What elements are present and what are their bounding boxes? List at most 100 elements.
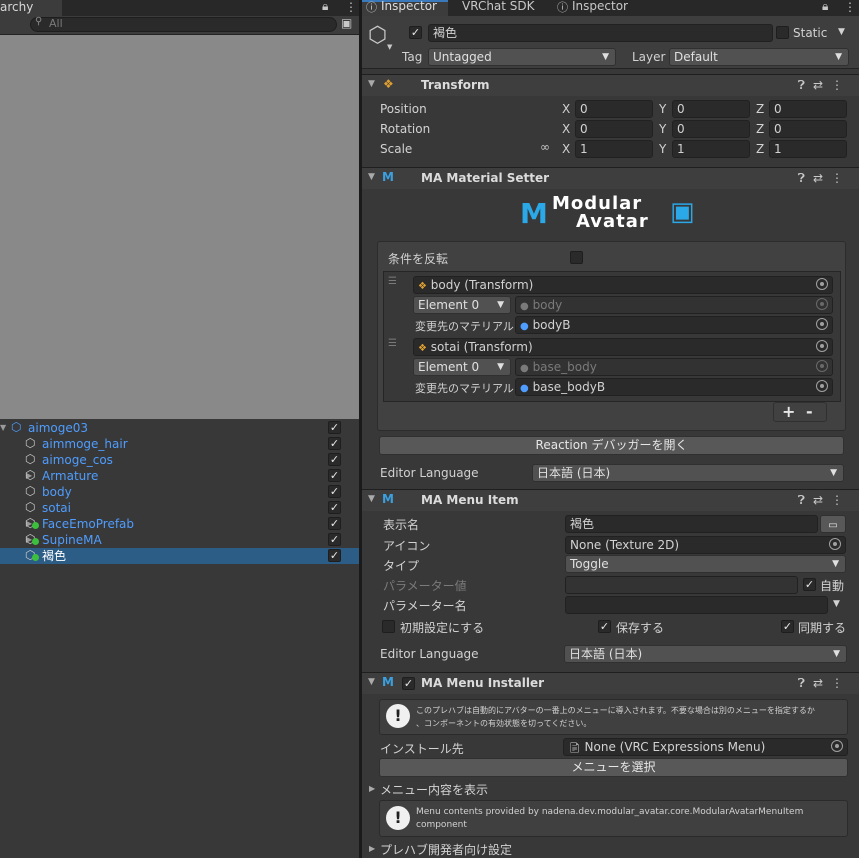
tab-inspector-2[interactable]: ⓘ Inspector	[548, 0, 648, 16]
position-x-field[interactable]: 0	[575, 100, 653, 118]
initial-setting-checkbox[interactable]	[382, 620, 395, 633]
position-z-field[interactable]: 0	[769, 100, 847, 118]
material-setter-header[interactable]: ▼ M MA Material Setter ❓︎⇄⋮	[362, 167, 859, 189]
show-menu-contents-foldout[interactable]: メニュー内容を表示	[380, 781, 488, 798]
position-y-axis-label[interactable]: Y	[659, 102, 666, 116]
object-name-field[interactable]: 褐色	[428, 24, 773, 42]
parameter-name-dropdown-icon[interactable]: ▼	[833, 599, 840, 609]
scale-z-field[interactable]: 1	[769, 140, 847, 158]
object-picker-icon[interactable]	[831, 740, 843, 752]
tab-vrchat-sdk[interactable]: VRChat SDK	[450, 0, 544, 16]
source-material-field[interactable]: ● body	[515, 296, 833, 314]
active-toggle-checkbox[interactable]: ✓	[328, 437, 341, 450]
active-toggle-checkbox[interactable]: ✓	[328, 533, 341, 546]
object-picker-icon[interactable]	[816, 360, 828, 372]
hierarchy-row[interactable]: ⬡ 褐色 ✓	[0, 548, 359, 564]
hierarchy-row[interactable]: ▼ ⬡ aimoge03 ✓	[0, 420, 359, 436]
scale-x-field[interactable]: 1	[575, 140, 653, 158]
foldout-arrow-icon[interactable]: ▶	[369, 844, 375, 853]
active-toggle-checkbox[interactable]: ✓	[328, 453, 341, 466]
parameter-value-field[interactable]	[565, 576, 798, 594]
active-toggle-checkbox[interactable]: ✓	[328, 421, 341, 434]
menu-item-header[interactable]: ▼ M MA Menu Item ❓︎⇄⋮	[362, 489, 859, 511]
foldout-arrow-icon[interactable]: ▼	[368, 677, 375, 687]
static-checkbox[interactable]	[776, 26, 789, 39]
target-object-field[interactable]: ❖ body (Transform)	[413, 276, 833, 294]
tag-dropdown[interactable]: Untagged ▼	[428, 48, 616, 66]
foldout-arrow-icon[interactable]: ▶	[369, 784, 375, 793]
object-picker-icon[interactable]	[816, 318, 828, 330]
active-toggle-checkbox[interactable]: ✓	[328, 549, 341, 562]
editor-language-dropdown[interactable]: 日本語 (日本) ▼	[532, 464, 844, 482]
dest-material-field[interactable]: ● bodyB	[515, 316, 833, 334]
scale-x-axis-label[interactable]: X	[562, 142, 570, 156]
foldout-arrow-icon[interactable]: ▼	[368, 172, 375, 182]
sync-checkbox[interactable]: ✓	[781, 620, 794, 633]
menu-installer-header[interactable]: ▼ M ✓ MA Menu Installer ❓︎⇄⋮	[362, 672, 859, 694]
scene-visibility-icon[interactable]: ▣	[341, 16, 352, 30]
install-target-field[interactable]: 📄︎ None (VRC Expressions Menu)	[563, 738, 848, 756]
display-name-field[interactable]: 褐色	[565, 515, 818, 533]
rotation-y-field[interactable]: 0	[672, 120, 750, 138]
component-header-icons[interactable]: ❓︎⇄⋮	[798, 676, 851, 691]
lock-icon[interactable]: 🔒︎	[822, 0, 828, 14]
object-picker-icon[interactable]	[816, 380, 828, 392]
foldout-arrow-icon[interactable]: ▼	[368, 494, 375, 504]
hierarchy-row[interactable]: ▶ ⬡ FaceEmoPrefab ✓	[0, 516, 359, 532]
layer-dropdown[interactable]: Default ▼	[669, 48, 849, 66]
select-menu-button[interactable]: メニューを選択	[379, 758, 848, 777]
foldout-expanded-icon[interactable]: ▼	[0, 420, 6, 436]
object-picker-icon[interactable]	[816, 298, 828, 310]
reaction-debugger-button[interactable]: Reaction デバッガーを開く	[379, 436, 844, 455]
element-dropdown[interactable]: Element 0 ▼	[413, 358, 511, 376]
active-checkbox[interactable]: ✓	[409, 26, 422, 39]
hierarchy-row[interactable]: ⬡ body ✓	[0, 484, 359, 500]
link-icon[interactable]: ∞	[540, 140, 550, 154]
parameter-name-field[interactable]	[565, 596, 828, 614]
icon-object-field[interactable]: None (Texture 2D)	[565, 536, 846, 554]
multiline-toggle-button[interactable]: ▭	[820, 515, 846, 533]
invert-condition-checkbox[interactable]	[570, 251, 583, 264]
scale-y-field[interactable]: 1	[672, 140, 750, 158]
rotation-z-axis-label[interactable]: Z	[756, 122, 764, 136]
remove-entry-button[interactable]: -	[806, 403, 813, 420]
component-header-icons[interactable]: ❓︎⇄⋮	[798, 78, 851, 93]
hierarchy-tab[interactable]: archy	[0, 0, 62, 16]
prefab-developer-settings-foldout[interactable]: プレハブ開発者向け設定	[380, 841, 512, 858]
component-header-icons[interactable]: ❓︎⇄⋮	[798, 493, 851, 508]
drag-handle-icon[interactable]: ☰	[388, 276, 397, 287]
drag-handle-icon[interactable]: ☰	[388, 338, 397, 349]
transform-header[interactable]: ▼ ❖ Transform ❓︎⇄⋮	[362, 74, 859, 96]
position-y-field[interactable]: 0	[672, 100, 750, 118]
dest-material-field[interactable]: ● base_bodyB	[515, 378, 833, 396]
target-object-field[interactable]: ❖ sotai (Transform)	[413, 338, 833, 356]
add-entry-button[interactable]: +	[782, 403, 795, 420]
type-dropdown[interactable]: Toggle ▼	[565, 555, 846, 573]
object-picker-icon[interactable]	[816, 278, 828, 290]
auto-checkbox[interactable]: ✓	[803, 578, 816, 591]
icon-dropdown-icon[interactable]: ▼	[387, 43, 392, 51]
source-material-field[interactable]: ● base_body	[515, 358, 833, 376]
menu-installer-enabled-checkbox[interactable]: ✓	[402, 677, 415, 690]
search-input[interactable]: ⚲ All	[30, 16, 337, 32]
active-toggle-checkbox[interactable]: ✓	[328, 517, 341, 530]
position-x-axis-label[interactable]: X	[562, 102, 570, 116]
hierarchy-row[interactable]: ▶ ⬡ SupineMA ✓	[0, 532, 359, 548]
more-options-icon[interactable]: ⋮	[345, 0, 357, 14]
active-toggle-checkbox[interactable]: ✓	[328, 469, 341, 482]
tab-inspector[interactable]: ⓘ Inspector	[362, 0, 448, 16]
rotation-x-field[interactable]: 0	[575, 120, 653, 138]
component-header-icons[interactable]: ❓︎⇄⋮	[798, 171, 851, 186]
rotation-z-field[interactable]: 0	[769, 120, 847, 138]
editor-language-dropdown[interactable]: 日本語 (日本) ▼	[564, 645, 847, 663]
element-dropdown[interactable]: Element 0 ▼	[413, 296, 511, 314]
scale-y-axis-label[interactable]: Y	[659, 142, 666, 156]
rotation-x-axis-label[interactable]: X	[562, 122, 570, 136]
hierarchy-row[interactable]: ▶ ⬡ Armature ✓	[0, 468, 359, 484]
position-z-axis-label[interactable]: Z	[756, 102, 764, 116]
hierarchy-row[interactable]: ⬡ sotai ✓	[0, 500, 359, 516]
foldout-arrow-icon[interactable]: ▼	[368, 79, 375, 89]
object-picker-icon[interactable]	[816, 340, 828, 352]
hierarchy-row[interactable]: ⬡ aimoge_cos ✓	[0, 452, 359, 468]
active-toggle-checkbox[interactable]: ✓	[328, 501, 341, 514]
